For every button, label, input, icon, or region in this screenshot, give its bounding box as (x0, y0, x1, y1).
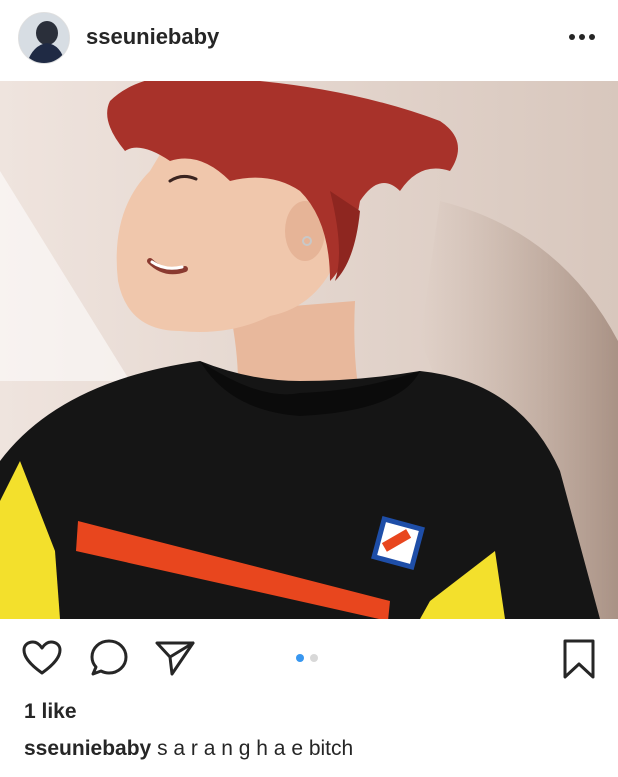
carousel-indicator (296, 654, 318, 662)
share-button[interactable] (155, 640, 195, 681)
avatar-image (19, 13, 69, 63)
like-count[interactable]: 1 like (24, 700, 77, 724)
heart-icon (22, 640, 62, 675)
post-caption: sseuniebaby s a r a n g h a e bitch (24, 737, 353, 761)
save-button[interactable] (562, 638, 596, 685)
caption-username[interactable]: sseuniebaby (24, 737, 151, 760)
paper-plane-icon (155, 641, 195, 676)
avatar[interactable] (18, 12, 70, 64)
more-horizontal-icon (569, 34, 595, 40)
comment-button[interactable] (89, 638, 129, 683)
post-username[interactable]: sseuniebaby (86, 24, 219, 50)
carousel-dot (310, 654, 318, 662)
post-photo-image (0, 81, 618, 619)
like-button[interactable] (22, 640, 62, 681)
post-photo[interactable] (0, 81, 618, 619)
more-options-button[interactable] (568, 27, 596, 47)
comment-bubble-icon (90, 639, 128, 676)
caption-text: s a r a n g h a e bitch (157, 737, 354, 760)
bookmark-icon (563, 639, 595, 679)
carousel-dot-active (296, 654, 304, 662)
post-header: sseuniebaby (0, 0, 618, 80)
